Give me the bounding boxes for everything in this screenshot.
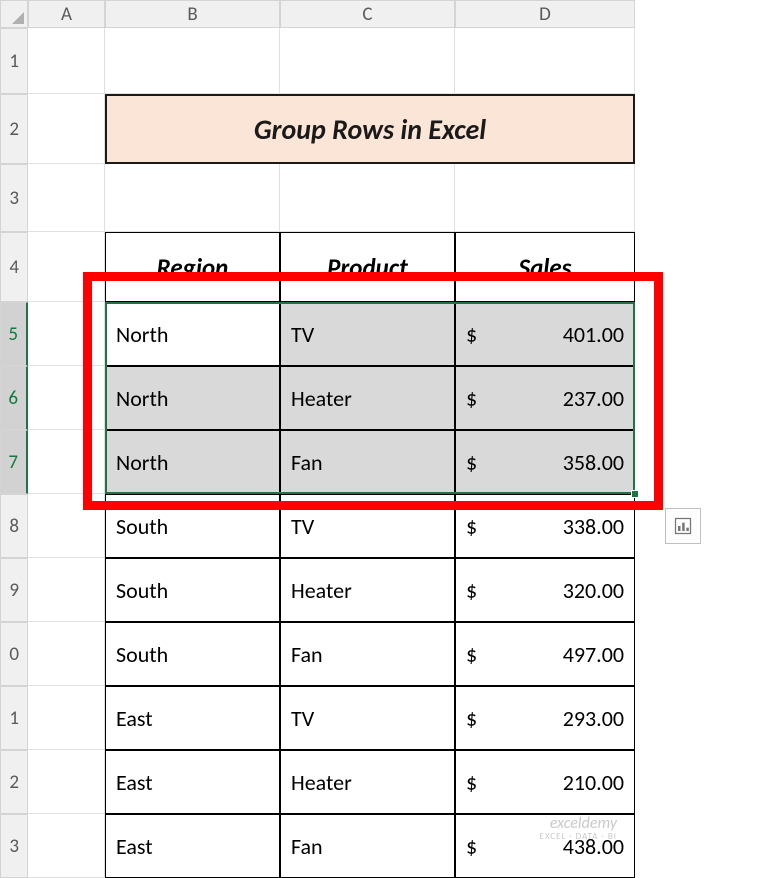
row-header-13[interactable]: 3 <box>0 814 28 878</box>
cell-C6[interactable]: Heater <box>280 366 455 430</box>
col-header-B[interactable]: B <box>105 0 280 28</box>
spreadsheet-grid[interactable]: A B C D 1 2 Group Rows in Excel 3 4 Regi… <box>0 0 767 878</box>
fill-handle[interactable] <box>631 490 639 498</box>
cell-B5[interactable]: North <box>105 302 280 366</box>
cell-C12[interactable]: Heater <box>280 750 455 814</box>
row-header-6[interactable]: 6 <box>0 366 28 430</box>
currency-symbol: $ <box>466 385 477 412</box>
cell-B11[interactable]: East <box>105 686 280 750</box>
cell-D7[interactable]: $358.00 <box>455 430 635 494</box>
currency-symbol: $ <box>466 449 477 476</box>
cell-D9[interactable]: $320.00 <box>455 558 635 622</box>
cell-B3[interactable] <box>105 164 280 232</box>
title-cell[interactable]: Group Rows in Excel <box>105 94 635 164</box>
watermark-line2: EXCEL · DATA · BI <box>540 832 617 842</box>
row-header-8[interactable]: 8 <box>0 494 28 558</box>
sales-value: 237.00 <box>563 385 624 412</box>
cell-D11[interactable]: $293.00 <box>455 686 635 750</box>
watermark-line1: exceldemy <box>540 815 617 833</box>
cell-D12[interactable]: $210.00 <box>455 750 635 814</box>
cell-B13[interactable]: East <box>105 814 280 878</box>
currency-symbol: $ <box>466 321 477 348</box>
currency-symbol: $ <box>466 769 477 796</box>
col-header-D[interactable]: D <box>455 0 635 28</box>
cell-D10[interactable]: $497.00 <box>455 622 635 686</box>
currency-symbol: $ <box>466 705 477 732</box>
cell-C3[interactable] <box>280 164 455 232</box>
header-product[interactable]: Product <box>280 232 455 302</box>
cell-C7[interactable]: Fan <box>280 430 455 494</box>
row-header-2[interactable]: 2 <box>0 94 28 164</box>
cell-A8[interactable] <box>28 494 105 558</box>
header-sales[interactable]: Sales <box>455 232 635 302</box>
cell-A4[interactable] <box>28 232 105 302</box>
header-region[interactable]: Region <box>105 232 280 302</box>
select-all-corner[interactable] <box>0 0 28 28</box>
row-header-4[interactable]: 4 <box>0 232 28 302</box>
currency-symbol: $ <box>466 513 477 540</box>
sales-value: 293.00 <box>563 705 624 732</box>
cell-A9[interactable] <box>28 558 105 622</box>
cell-D5[interactable]: $401.00 <box>455 302 635 366</box>
row-header-11[interactable]: 1 <box>0 686 28 750</box>
cell-A11[interactable] <box>28 686 105 750</box>
row-header-7[interactable]: 7 <box>0 430 28 494</box>
cell-A3[interactable] <box>28 164 105 232</box>
col-header-C[interactable]: C <box>280 0 455 28</box>
cell-A1[interactable] <box>28 28 105 94</box>
row-header-9[interactable]: 9 <box>0 558 28 622</box>
cell-C11[interactable]: TV <box>280 686 455 750</box>
cell-B8[interactable]: South <box>105 494 280 558</box>
col-header-A[interactable]: A <box>28 0 105 28</box>
cell-C5[interactable]: TV <box>280 302 455 366</box>
row-header-12[interactable]: 2 <box>0 750 28 814</box>
cell-A6[interactable] <box>28 366 105 430</box>
cell-C10[interactable]: Fan <box>280 622 455 686</box>
cell-B9[interactable]: South <box>105 558 280 622</box>
cell-B6[interactable]: North <box>105 366 280 430</box>
cell-C1[interactable] <box>280 28 455 94</box>
sales-value: 401.00 <box>563 321 624 348</box>
cell-B1[interactable] <box>105 28 280 94</box>
cell-A7[interactable] <box>28 430 105 494</box>
sales-value: 358.00 <box>563 449 624 476</box>
row-header-1[interactable]: 1 <box>0 28 28 94</box>
currency-symbol: $ <box>466 641 477 668</box>
row-header-5[interactable]: 5 <box>0 302 28 366</box>
sales-value: 338.00 <box>563 513 624 540</box>
currency-symbol: $ <box>466 833 477 860</box>
cell-A12[interactable] <box>28 750 105 814</box>
currency-symbol: $ <box>466 577 477 604</box>
cell-B12[interactable]: East <box>105 750 280 814</box>
cell-D1[interactable] <box>455 28 635 94</box>
cell-C13[interactable]: Fan <box>280 814 455 878</box>
cell-D6[interactable]: $237.00 <box>455 366 635 430</box>
cell-A2[interactable] <box>28 94 105 164</box>
cell-C9[interactable]: Heater <box>280 558 455 622</box>
cell-B7[interactable]: North <box>105 430 280 494</box>
cell-C8[interactable]: TV <box>280 494 455 558</box>
quick-analysis-icon <box>673 516 693 536</box>
row-header-10[interactable]: 0 <box>0 622 28 686</box>
sales-value: 320.00 <box>563 577 624 604</box>
watermark: exceldemy EXCEL · DATA · BI <box>540 815 617 842</box>
sales-value: 497.00 <box>563 641 624 668</box>
cell-D3[interactable] <box>455 164 635 232</box>
row-header-3[interactable]: 3 <box>0 164 28 232</box>
quick-analysis-button[interactable] <box>665 508 701 544</box>
sales-value: 210.00 <box>563 769 624 796</box>
cell-D8[interactable]: $338.00 <box>455 494 635 558</box>
cell-B10[interactable]: South <box>105 622 280 686</box>
cell-A5[interactable] <box>28 302 105 366</box>
cell-A10[interactable] <box>28 622 105 686</box>
cell-A13[interactable] <box>28 814 105 878</box>
